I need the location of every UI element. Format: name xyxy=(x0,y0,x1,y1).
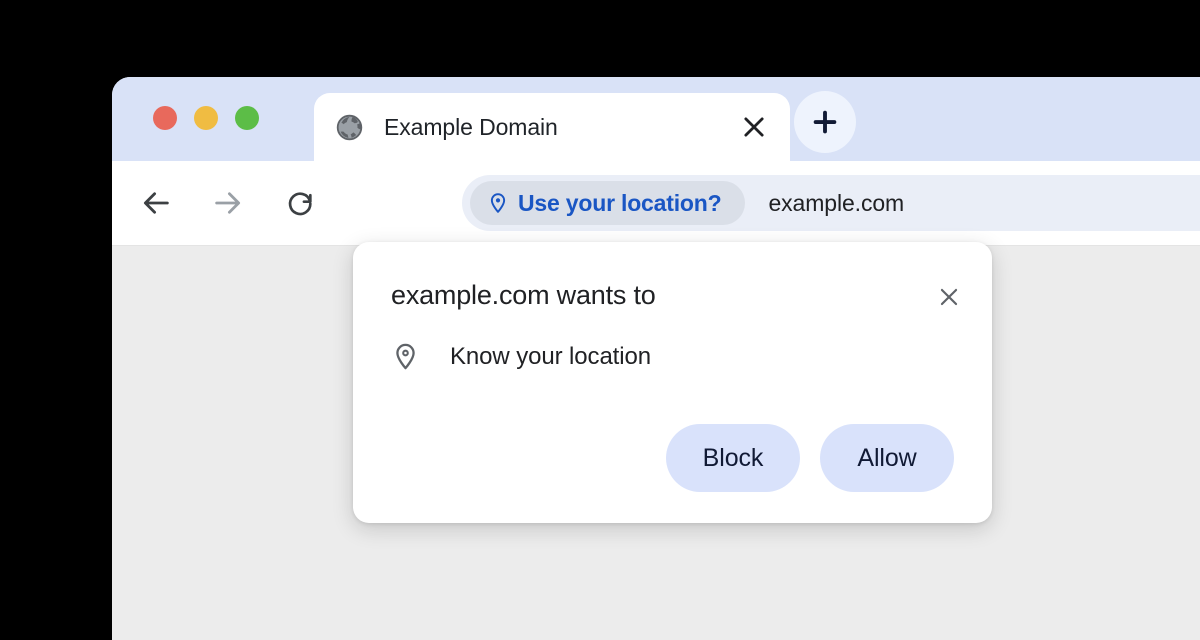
window-close-button[interactable] xyxy=(153,106,177,130)
arrow-right-icon xyxy=(215,192,241,214)
dialog-title: example.com wants to xyxy=(391,280,656,310)
window-zoom-button[interactable] xyxy=(235,106,259,130)
address-bar[interactable]: Use your location? example.com xyxy=(462,175,1200,231)
dialog-header: example.com wants to xyxy=(391,282,962,310)
browser-toolbar: Use your location? example.com xyxy=(112,161,1200,245)
close-icon[interactable] xyxy=(740,113,768,141)
new-tab-button[interactable] xyxy=(794,91,856,153)
location-permission-chip[interactable]: Use your location? xyxy=(470,181,746,225)
back-button[interactable] xyxy=(132,179,180,227)
reload-icon xyxy=(288,192,312,216)
screenshot-stage: Example Domain Use your location? exampl… xyxy=(0,0,1200,640)
window-traffic-lights xyxy=(153,106,259,130)
allow-button[interactable]: Allow xyxy=(820,424,954,492)
permission-item-label: Know your location xyxy=(450,342,651,370)
tab-strip: Example Domain xyxy=(112,77,1200,161)
tab-title: Example Domain xyxy=(384,113,558,140)
address-bar-url: example.com xyxy=(768,189,905,216)
arrow-left-icon xyxy=(143,192,169,214)
location-pin-icon xyxy=(396,343,415,370)
location-permission-dialog: example.com wants to Know your location … xyxy=(353,242,992,523)
window-minimize-button[interactable] xyxy=(194,106,218,130)
permission-item-location: Know your location xyxy=(391,342,651,371)
dialog-actions: Block Allow xyxy=(666,424,954,492)
reload-button[interactable] xyxy=(277,179,325,227)
forward-button[interactable] xyxy=(204,179,252,227)
browser-tab-active[interactable]: Example Domain xyxy=(314,93,790,161)
location-chip-label: Use your location? xyxy=(518,189,722,216)
block-button[interactable]: Block xyxy=(666,424,800,492)
close-icon[interactable] xyxy=(936,284,962,310)
location-pin-icon xyxy=(490,193,506,213)
globe-icon xyxy=(336,114,363,140)
plus-icon xyxy=(813,110,837,134)
